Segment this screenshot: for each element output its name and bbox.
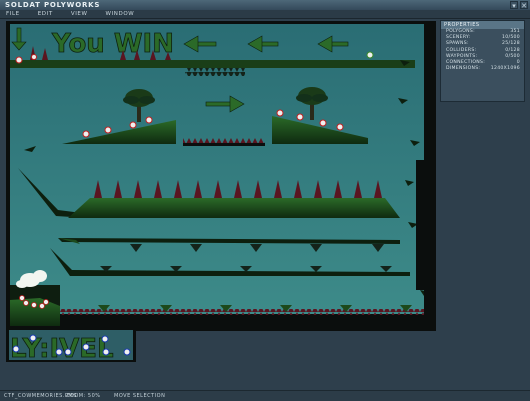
win-text: You WIN bbox=[51, 29, 174, 59]
spike-platform bbox=[68, 198, 400, 218]
prop-value: 1240x1096 bbox=[490, 66, 520, 72]
lose-text: LY:IVEL bbox=[10, 334, 114, 364]
menu-window[interactable]: Window bbox=[106, 11, 135, 17]
menu-view[interactable]: View bbox=[71, 11, 88, 17]
prop-label: Dimensions: bbox=[446, 66, 481, 72]
top-platform bbox=[10, 60, 415, 68]
properties-panel[interactable]: Properties Polygons: 351 Scenery: 10/500… bbox=[440, 20, 525, 102]
status-bar: ctf_cowmemories.pms Zoom: 50% Move Selec… bbox=[0, 390, 530, 401]
close-icon[interactable]: ✕ bbox=[520, 1, 528, 10]
bottom-floor bbox=[60, 314, 424, 326]
properties-title[interactable]: Properties bbox=[441, 21, 524, 29]
bottom-spike-strip bbox=[60, 309, 424, 315]
window-controls: ▾ ✕ bbox=[510, 1, 528, 10]
menu-file[interactable]: File bbox=[6, 11, 20, 17]
app-title: Soldat PolyWorks bbox=[5, 1, 101, 9]
minimize-icon[interactable]: ▾ bbox=[510, 1, 518, 10]
spawn-marker-green[interactable] bbox=[366, 51, 374, 59]
menu-bar: File Edit View Window bbox=[0, 10, 530, 19]
center-pit-floor bbox=[183, 143, 265, 146]
top-spike-strip bbox=[185, 68, 245, 76]
menu-edit[interactable]: Edit bbox=[38, 11, 53, 17]
right-wall-inner bbox=[416, 160, 426, 290]
prop-row-dimensions: Dimensions: 1240x1096 bbox=[441, 66, 524, 72]
